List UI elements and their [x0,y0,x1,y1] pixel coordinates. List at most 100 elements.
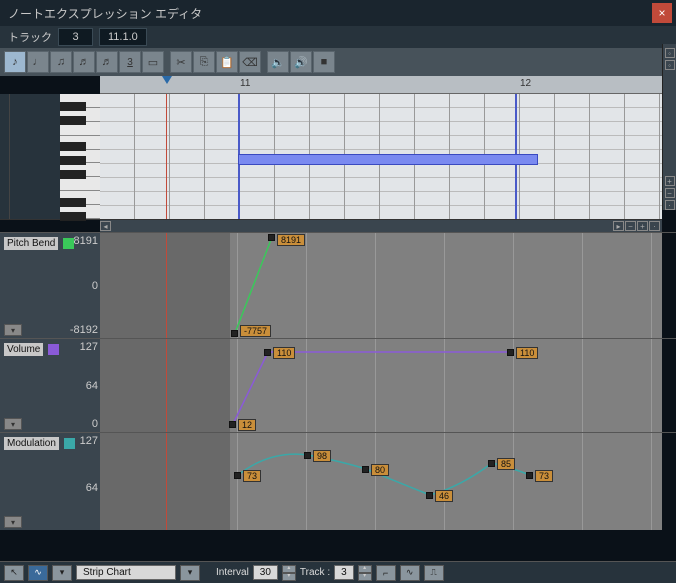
st-track-value[interactable]: 3 [334,565,354,580]
st-interval-value[interactable]: 30 [253,565,278,580]
lane-scale: 8191 0 -8192 [68,233,98,338]
lane-title: Volume [4,343,43,356]
st-track-spinner[interactable]: ▴▾ [358,565,372,581]
hctrl-right[interactable]: ▸ [613,221,624,231]
tool-paste-icon[interactable]: 📋 [216,51,238,73]
data-label: -7757 [240,325,271,337]
data-label: 12 [238,419,256,431]
vctrl-minus[interactable]: − [665,188,675,198]
lane-title: Modulation [4,437,59,450]
piano-keys[interactable] [60,94,100,219]
title-bar: ノートエクスプレッション エディタ × [0,0,676,26]
lane-canvas[interactable]: 12 110 110 [100,339,662,432]
track-position[interactable]: 11.1.0 [99,28,147,46]
tool-copy-icon[interactable]: ⎘ [193,51,215,73]
data-point[interactable] [234,472,241,479]
playhead-marker[interactable] [162,76,172,84]
tool-note-4[interactable]: ♬ [73,51,95,73]
tool-note-5[interactable]: ♬ [96,51,118,73]
lane-title: Pitch Bend [4,237,58,250]
tool-mute-icon[interactable]: 🔈 [267,51,289,73]
st-track-label: Track : [300,567,330,578]
expression-lanes: Pitch Bend 8191 0 -8192 ▾ -7757 8191 Vol… [0,232,676,530]
data-label: 46 [435,490,453,502]
lane-scale: 127 64 [68,433,98,530]
lane-volume: Volume 127 64 0 ▾ 12 110 110 [0,338,676,432]
tool-speaker-icon[interactable]: 🔊 [290,51,312,73]
data-point[interactable] [488,460,495,467]
piano-roll: C3 [0,94,662,220]
tool-erase-icon[interactable]: ⌫ [239,51,261,73]
hctrl-dot[interactable]: · [649,221,660,231]
lane-pitch-bend: Pitch Bend 8191 0 -8192 ▾ -7757 8191 [0,232,676,338]
st-interval-spinner[interactable]: ▴▾ [282,565,296,581]
vctrl-2[interactable]: ◦ [665,60,675,70]
st-wave-icon[interactable]: ∿ [28,565,48,581]
tool-cut-icon[interactable]: ✂ [170,51,192,73]
status-bar: ↖ ∿ ▾ Strip Chart ▾ Interval 30 ▴▾ Track… [0,561,676,583]
lane-canvas[interactable]: -7757 8191 [100,233,662,338]
tool-note-2[interactable]: ♩ [27,51,49,73]
ruler-mark: 11 [240,78,250,89]
data-label: 85 [497,458,515,470]
data-label: 110 [516,347,538,359]
data-point[interactable] [304,452,311,459]
data-point[interactable] [426,492,433,499]
data-label: 73 [243,470,261,482]
lane-dropdown-icon[interactable]: ▾ [4,516,22,528]
data-label: 8191 [277,234,305,246]
data-point[interactable] [362,466,369,473]
tool-note-1[interactable]: ♪ [4,51,26,73]
tool-stop-icon[interactable]: ■ [313,51,335,73]
st-mode[interactable]: Strip Chart [76,565,176,580]
h-scroll-controls: ◂ ▸ − + · [100,220,662,232]
lane-color-icon[interactable] [48,344,59,355]
close-button[interactable]: × [652,3,672,23]
tool-note-3[interactable]: ♫ [50,51,72,73]
hctrl-plus[interactable]: + [637,221,648,231]
data-label: 98 [313,450,331,462]
data-label: 80 [371,464,389,476]
vertical-controls: ◦ ◦ + − · [662,44,676,210]
hctrl-minus[interactable]: − [625,221,636,231]
st-dropdown-2[interactable]: ▾ [180,565,200,581]
data-point[interactable] [268,234,275,241]
track-info-bar: トラック 3 11.1.0 [0,26,676,48]
toolbar: ♪ ♩ ♫ ♬ ♬ 3 ▭ ✂ ⎘ 📋 ⌫ 🔈 🔊 ■ [0,48,676,76]
data-label: 110 [273,347,295,359]
data-point[interactable] [526,472,533,479]
vctrl-dot[interactable]: · [665,200,675,210]
st-tool-a[interactable]: ⌐ [376,565,396,581]
st-tool-b[interactable]: ∿ [400,565,420,581]
lane-canvas[interactable]: 73 98 80 46 85 73 [100,433,662,530]
midi-note[interactable] [238,154,538,165]
track-label: トラック [8,29,52,45]
piano-gutter [0,94,10,219]
lane-dropdown-icon[interactable]: ▾ [4,418,22,430]
data-point[interactable] [264,349,271,356]
note-grid[interactable] [100,94,662,219]
st-interval-label: Interval [216,567,249,578]
lane-header: Modulation 127 64 ▾ [0,433,100,530]
ruler-mark: 12 [520,78,531,89]
window-title: ノートエクスプレッション エディタ [8,5,202,22]
lane-dropdown-icon[interactable]: ▾ [4,324,22,336]
timeline-ruler[interactable]: 11 12 [100,76,662,94]
lane-header: Volume 127 64 0 ▾ [0,339,100,432]
st-tool-c[interactable]: ⎍ [424,565,444,581]
lane-header: Pitch Bend 8191 0 -8192 ▾ [0,233,100,338]
vctrl-1[interactable]: ◦ [665,48,675,58]
lane-modulation: Modulation 127 64 ▾ 73 98 80 46 85 73 [0,432,676,530]
st-arrow-icon[interactable]: ↖ [4,565,24,581]
tool-crop[interactable]: ▭ [142,51,164,73]
data-point[interactable] [231,330,238,337]
data-point[interactable] [229,421,236,428]
hctrl-left[interactable]: ◂ [100,221,111,231]
tool-tuplet[interactable]: 3 [119,51,141,73]
track-number[interactable]: 3 [58,28,93,46]
data-point[interactable] [507,349,514,356]
vctrl-add[interactable]: + [665,176,675,186]
keyboard: C3 [0,94,100,219]
st-dropdown-1[interactable]: ▾ [52,565,72,581]
data-label: 73 [535,470,553,482]
